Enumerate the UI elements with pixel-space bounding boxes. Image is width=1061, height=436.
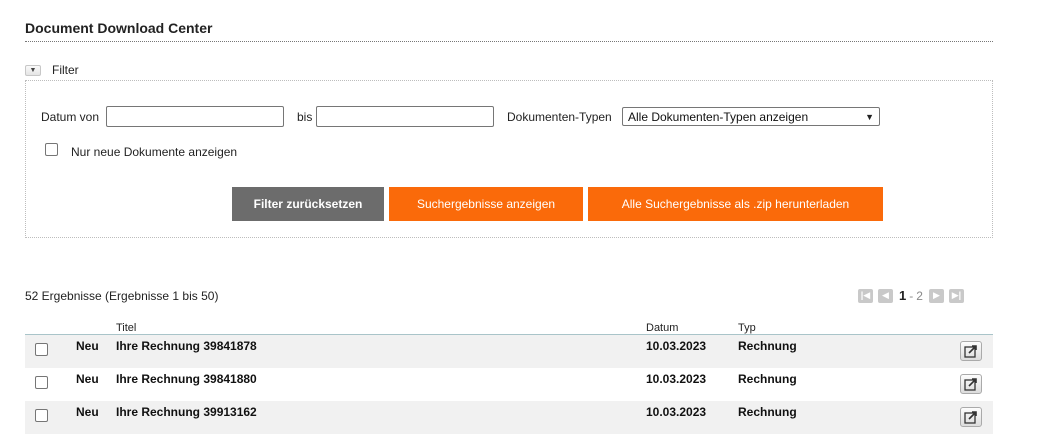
show-results-button[interactable]: Suchergebnisse anzeigen	[389, 187, 583, 221]
column-header-type[interactable]: Typ	[738, 322, 756, 334]
results-summary: 52 Ergebnisse (Ergebnisse 1 bis 50)	[25, 289, 219, 303]
current-page: 1	[899, 288, 907, 303]
filter-toggle[interactable]: ▼ Filter	[25, 63, 79, 77]
row-type: Rechnung	[738, 372, 797, 386]
row-title[interactable]: Ihre Rechnung 39841880	[116, 372, 257, 386]
page-separator: -	[909, 288, 914, 303]
page-link-2[interactable]: 2	[916, 289, 923, 303]
open-external-icon[interactable]	[960, 341, 982, 361]
date-from-label: Datum von	[41, 110, 100, 124]
open-external-icon[interactable]	[960, 407, 982, 427]
reset-filter-button[interactable]: Filter zurücksetzen	[232, 187, 384, 221]
row-status: Neu	[76, 405, 99, 419]
row-type: Rechnung	[738, 339, 797, 353]
row-status: Neu	[76, 339, 99, 353]
row-title[interactable]: Ihre Rechnung 39841878	[116, 339, 257, 353]
date-to-label: bis	[297, 110, 313, 124]
row-title[interactable]: Ihre Rechnung 39913162	[116, 405, 257, 419]
prev-page-icon[interactable]: ◀	[878, 288, 893, 303]
column-header-title[interactable]: Titel	[116, 322, 136, 334]
row-checkbox[interactable]	[35, 343, 48, 356]
row-type: Rechnung	[738, 405, 797, 419]
row-checkbox[interactable]	[35, 409, 48, 422]
title-divider	[25, 41, 993, 42]
filter-toggle-label: Filter	[52, 63, 79, 77]
only-new-checkbox[interactable]	[45, 143, 58, 156]
date-to-input[interactable]	[316, 106, 494, 127]
doctype-label: Dokumenten-Typen	[507, 110, 612, 124]
results-table: Titel Datum Typ Neu Ihre Rechnung 398418…	[25, 321, 993, 434]
row-status: Neu	[76, 372, 99, 386]
page-title: Document Download Center	[25, 20, 213, 36]
row-checkbox[interactable]	[35, 376, 48, 389]
open-external-icon[interactable]	[960, 374, 982, 394]
chevron-down-icon: ▼	[865, 111, 874, 122]
filter-panel: Datum von bis Dokumenten-Typen Alle Doku…	[25, 80, 993, 238]
only-new-label: Nur neue Dokumente anzeigen	[71, 145, 238, 159]
column-header-date[interactable]: Datum	[646, 322, 678, 334]
table-row: Neu Ihre Rechnung 39841878 10.03.2023 Re…	[25, 335, 993, 368]
first-page-icon[interactable]: |◀	[858, 288, 873, 303]
chevron-down-icon[interactable]: ▼	[25, 64, 41, 76]
row-date: 10.03.2023	[646, 339, 707, 353]
row-date: 10.03.2023	[646, 372, 707, 386]
doctype-select[interactable]: Alle Dokumenten-Typen anzeigen ▼	[622, 107, 880, 126]
row-date: 10.03.2023	[646, 405, 707, 419]
date-from-input[interactable]	[106, 106, 284, 127]
table-row: Neu Ihre Rechnung 39841880 10.03.2023 Re…	[25, 368, 993, 401]
table-row: Neu Ihre Rechnung 39913162 10.03.2023 Re…	[25, 401, 993, 434]
last-page-icon[interactable]: ▶|	[948, 288, 964, 303]
next-page-icon[interactable]: ▶	[928, 288, 944, 303]
table-header: Titel Datum Typ	[25, 321, 993, 335]
doctype-selected-value: Alle Dokumenten-Typen anzeigen	[628, 109, 809, 124]
pagination: |◀ ◀ 1 - 2 ▶ ▶|	[858, 288, 969, 303]
download-zip-button[interactable]: Alle Suchergebnisse als .zip herunterlad…	[588, 187, 883, 221]
